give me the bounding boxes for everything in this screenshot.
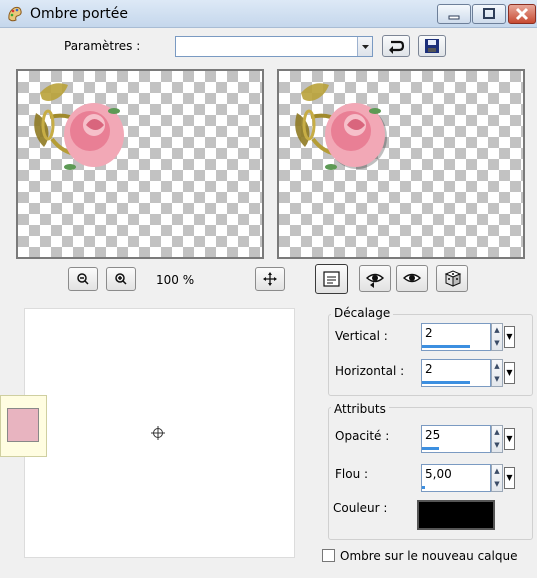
vertical-input[interactable]: 2 xyxy=(421,323,491,351)
zoom-out-button[interactable] xyxy=(68,267,98,291)
pan-button[interactable] xyxy=(255,267,285,291)
save-button[interactable] xyxy=(418,35,446,57)
horizontal-value: 2 xyxy=(425,362,433,376)
vertical-value: 2 xyxy=(425,326,433,340)
horizontal-level-bar xyxy=(422,381,470,384)
reset-arrow-icon xyxy=(389,40,405,54)
rose-image-shadowed xyxy=(295,83,387,170)
random-button[interactable] xyxy=(436,265,468,292)
minimize-button[interactable] xyxy=(437,4,471,24)
spin-up-icon[interactable]: ▲ xyxy=(492,426,502,439)
window-title: Ombre portée xyxy=(30,6,128,22)
vertical-label: Vertical : xyxy=(335,329,388,343)
vertical-level-bar xyxy=(422,345,470,348)
zoom-out-icon xyxy=(77,273,89,285)
horizontal-spinner[interactable]: ▲ ▼ xyxy=(491,359,503,387)
reset-button[interactable] xyxy=(382,35,410,57)
blur-dropdown-button[interactable]: ▼ xyxy=(504,467,515,489)
horizontal-input[interactable]: 2 xyxy=(421,359,491,387)
save-disk-icon xyxy=(425,39,439,53)
shadow-color-field[interactable] xyxy=(417,500,495,530)
zoom-level: 100 % xyxy=(156,273,195,287)
spin-up-icon[interactable]: ▲ xyxy=(492,465,502,478)
params-label: Paramètres : xyxy=(64,39,141,53)
blur-level-bar xyxy=(422,486,425,489)
preview-original[interactable] xyxy=(16,69,264,259)
opacity-value: 25 xyxy=(425,428,441,442)
proof-preview-icon xyxy=(323,271,340,287)
crosshair-icon[interactable] xyxy=(150,425,166,441)
eye-left-icon xyxy=(365,273,385,288)
params-select[interactable] xyxy=(175,36,373,57)
vertical-dropdown-button[interactable]: ▼ xyxy=(504,326,515,348)
new-layer-checkbox[interactable] xyxy=(322,549,335,562)
color-swatch[interactable] xyxy=(7,408,39,442)
zoom-in-button[interactable] xyxy=(106,267,136,291)
dice-random-icon xyxy=(444,270,462,287)
blur-value: 5,00 xyxy=(425,467,452,481)
paint-palette-icon xyxy=(6,5,24,23)
spin-up-icon[interactable]: ▲ xyxy=(492,324,502,337)
preview-result[interactable] xyxy=(277,69,525,259)
opacity-spinner[interactable]: ▲ ▼ xyxy=(491,425,503,453)
spin-down-icon[interactable]: ▼ xyxy=(492,439,502,452)
pan-move-icon xyxy=(263,272,277,286)
spin-down-icon[interactable]: ▼ xyxy=(492,373,502,386)
close-button[interactable] xyxy=(508,4,536,24)
horizontal-label: Horizontal : xyxy=(335,364,405,378)
opacity-label: Opacité : xyxy=(335,429,390,443)
spin-down-icon[interactable]: ▼ xyxy=(492,337,502,350)
attributes-group-title: Attributs xyxy=(331,402,389,416)
blur-spinner[interactable]: ▲ ▼ xyxy=(491,464,503,492)
eye-left-button[interactable] xyxy=(359,265,391,292)
offset-group-title: Décalage xyxy=(331,306,394,320)
blur-label: Flou : xyxy=(335,467,369,481)
new-layer-label: Ombre sur le nouveau calque xyxy=(340,549,518,563)
opacity-dropdown-button[interactable]: ▼ xyxy=(504,428,515,450)
eye-button[interactable] xyxy=(396,265,428,292)
zoom-in-icon xyxy=(115,273,127,285)
opacity-input[interactable]: 25 xyxy=(421,425,491,453)
maximize-button[interactable] xyxy=(472,4,506,24)
color-label: Couleur : xyxy=(333,501,388,515)
spin-up-icon[interactable]: ▲ xyxy=(492,360,502,373)
blur-input[interactable]: 5,00 xyxy=(421,464,491,492)
proof-button[interactable] xyxy=(315,264,348,294)
horizontal-dropdown-button[interactable]: ▼ xyxy=(504,362,515,384)
spin-down-icon[interactable]: ▼ xyxy=(492,478,502,491)
vertical-spinner[interactable]: ▲ ▼ xyxy=(491,323,503,351)
eye-icon xyxy=(402,273,422,283)
rose-image xyxy=(34,83,124,170)
opacity-level-bar xyxy=(422,447,439,450)
chevron-down-icon[interactable] xyxy=(357,37,372,56)
